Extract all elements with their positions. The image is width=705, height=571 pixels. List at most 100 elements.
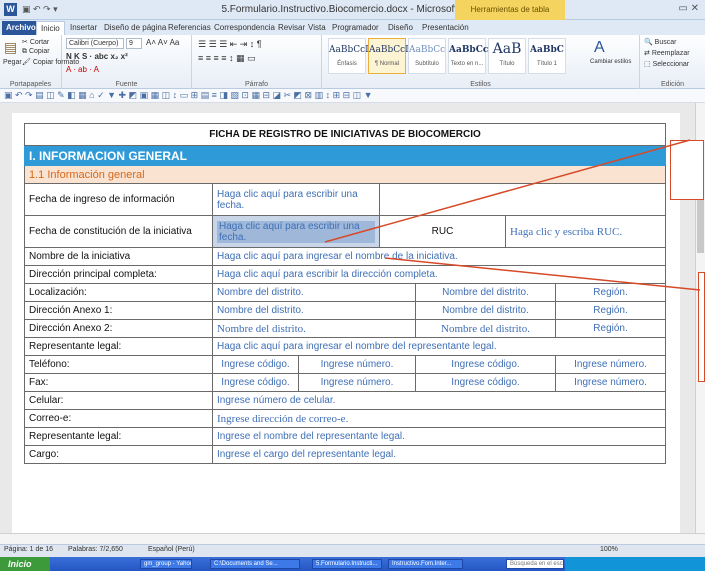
anexo1-distrito-1[interactable]: Nombre del distrito. xyxy=(212,301,416,320)
style-titulo[interactable]: AaB Título xyxy=(488,38,526,74)
selected-placeholder: Haga clic aquí para escribir una fecha. xyxy=(217,220,375,243)
label-localizacion: Localización: xyxy=(24,283,213,302)
label-telefono: Teléfono: xyxy=(24,355,213,374)
paste-button[interactable]: Pegar xyxy=(3,59,22,66)
tab-diseno[interactable]: Diseño xyxy=(384,21,417,35)
telefono-numero-2[interactable]: Ingrese número. xyxy=(554,355,667,374)
change-styles-button[interactable]: Cambiar estilos xyxy=(590,59,631,65)
fax-codigo-2[interactable]: Ingrese código. xyxy=(415,373,556,392)
font-color-buttons[interactable]: A · ab · A xyxy=(66,65,99,74)
representante-legal-field[interactable]: Haga clic aquí para ingresar el nombre d… xyxy=(211,337,667,356)
style-enfasis[interactable]: AaBbCcI Énfasis xyxy=(328,38,369,74)
change-styles-icon[interactable]: A xyxy=(594,39,605,57)
style-sample: AaBbCcl xyxy=(449,45,492,55)
telefono-numero-1[interactable]: Ingrese número. xyxy=(298,355,416,374)
tab-presentacion[interactable]: Presentación xyxy=(418,21,473,35)
desktop-search-input[interactable]: Búsqueda en el escritorio xyxy=(506,559,564,569)
label-ruc: RUC xyxy=(379,215,506,248)
ruc-field[interactable]: Haga clic y escriba RUC. xyxy=(504,215,667,248)
align-buttons[interactable]: ≡ ≡ ≡ ≡ ↕ ▦ ▭ xyxy=(198,53,256,64)
label-nombre-iniciativa: Nombre de la iniciativa xyxy=(24,247,213,266)
localizacion-distrito-2[interactable]: Nombre del distrito. xyxy=(415,283,556,302)
form-title: FICHA DE REGISTRO DE INICIATIVAS DE BIOC… xyxy=(23,123,667,146)
localizacion-distrito-1[interactable]: Nombre del distrito. xyxy=(212,283,416,302)
registration-form-table: FICHA DE REGISTRO DE INICIATIVAS DE BIOC… xyxy=(23,123,667,464)
group-portapapeles: ▤ Pegar ✂ Cortar ⧉ Copiar 🖌 Copiar forma… xyxy=(0,35,79,89)
anexo2-region[interactable]: Región. xyxy=(554,319,667,338)
taskbar: Inicio gm_group - Yahoo!... C:\Documents… xyxy=(0,557,705,571)
subsection-heading: 1.1 Información general xyxy=(23,165,667,184)
font-name-select[interactable]: Calibri (Cuerpo) xyxy=(66,38,124,49)
tab-insertar[interactable]: Insertar xyxy=(66,21,101,35)
taskbar-item-yahoo[interactable]: gm_group - Yahoo!... xyxy=(140,559,192,569)
group-label-fuente: Fuente xyxy=(115,81,138,88)
representante-legal-2-field[interactable]: Ingrese el nombre del representante lega… xyxy=(211,427,667,446)
list-buttons[interactable]: ☰ ☰ ☰ ⇤ ⇥ ↕ ¶ xyxy=(198,39,262,50)
tab-archivo[interactable]: Archivo xyxy=(2,21,40,35)
anexo2-distrito-2[interactable]: Nombre del distrito. xyxy=(415,319,556,338)
horizontal-scrollbar[interactable] xyxy=(0,533,705,544)
page-count[interactable]: Página: 1 de 16 xyxy=(4,546,53,553)
tab-vista[interactable]: Vista xyxy=(304,21,330,35)
tab-diseno-pagina[interactable]: Diseño de página xyxy=(100,21,170,35)
cut-button[interactable]: ✂ Cortar xyxy=(22,38,49,46)
style-name: ¶ Normal xyxy=(374,61,400,67)
telefono-codigo-1[interactable]: Ingrese código. xyxy=(212,355,299,374)
taskbar-item-formulario[interactable]: 5.Formulario.Instructi... xyxy=(312,559,382,569)
tab-correspondencia[interactable]: Correspondencia xyxy=(210,21,279,35)
style-name: Subtítulo xyxy=(415,61,439,67)
section-heading: I. INFORMACION GENERAL xyxy=(23,145,667,166)
telefono-codigo-2[interactable]: Ingrese código. xyxy=(415,355,556,374)
cargo-field[interactable]: Ingrese el cargo del representante legal… xyxy=(211,445,667,464)
context-tab-table-tools[interactable]: Herramientas de tabla xyxy=(455,0,565,20)
nombre-iniciativa-field[interactable]: Haga clic aquí para ingresar el nombre d… xyxy=(211,247,667,266)
bold-italic-underline-buttons[interactable]: N K S · abc x₂ x² xyxy=(66,52,128,61)
window-controls[interactable]: ▭ ✕ xyxy=(678,3,699,14)
label-representante-legal: Representante legal: xyxy=(24,337,213,356)
anexo1-region[interactable]: Región. xyxy=(554,301,667,320)
localizacion-region[interactable]: Región. xyxy=(554,283,667,302)
group-label-portapapeles: Portapapeles xyxy=(9,81,52,88)
select-button[interactable]: ⬚ Seleccionar xyxy=(644,60,689,68)
style-subtitulo[interactable]: AaBbCc Subtítulo xyxy=(408,38,446,74)
replace-button[interactable]: ⇄ Reemplazar xyxy=(644,49,690,57)
find-label: Buscar xyxy=(654,39,677,46)
celular-field[interactable]: Ingrese número de celular. xyxy=(211,391,667,410)
taskbar-item-instructivo[interactable]: Instructivo.Fom.Inter... xyxy=(388,559,463,569)
zoom-level[interactable]: 100% xyxy=(600,546,618,553)
style-sample: AaBbC xyxy=(530,45,564,55)
anexo2-distrito-1[interactable]: Nombre del distrito. xyxy=(212,319,416,338)
toolbar-icons-row[interactable]: ▣ ↶ ↷ ▤ ◫ ✎ ◧ ▦ ⌂ ✓ ▼ ✚ ◩ ▣ ▦ ◫ ↕ ▭ ⊞ ▤ … xyxy=(4,90,373,101)
ribbon: ▤ Pegar ✂ Cortar ⧉ Copiar 🖌 Copiar forma… xyxy=(0,35,705,89)
group-label-estilos: Estilos xyxy=(470,81,491,88)
start-button[interactable]: Inicio xyxy=(0,557,50,571)
fax-numero-2[interactable]: Ingrese número. xyxy=(554,373,667,392)
find-button[interactable]: 🔍 Buscar xyxy=(644,38,676,46)
tab-inicio[interactable]: Inicio xyxy=(36,21,65,35)
tab-programador[interactable]: Programador xyxy=(328,21,383,35)
correo-field[interactable]: Ingrese dirección de correo-e. xyxy=(211,409,667,428)
anexo1-distrito-2[interactable]: Nombre del distrito. xyxy=(415,301,556,320)
document-area: FICHA DE REGISTRO DE INICIATIVAS DE BIOC… xyxy=(0,103,695,533)
style-texto-en-negrita[interactable]: AaBbCcl Texto en n... xyxy=(448,38,492,74)
font-size-select[interactable]: 9 xyxy=(126,38,142,49)
style-sample: AaB xyxy=(492,41,522,57)
style-titulo-1[interactable]: AaBbC Título 1 xyxy=(528,38,566,74)
group-edicion: 🔍 Buscar ⇄ Reemplazar ⬚ Seleccionar Edic… xyxy=(640,35,705,89)
cut-label: Cortar xyxy=(29,39,50,46)
group-estilos: AaBbCcI Énfasis AaBbCcI ¶ Normal AaBbCc Sub… xyxy=(322,35,640,89)
grow-shrink-font-buttons[interactable]: A˄ A˅ Aa xyxy=(146,38,179,47)
callout-box-middle xyxy=(698,272,705,382)
taskbar-item-documents[interactable]: C:\Documents and Se... xyxy=(210,559,300,569)
style-normal[interactable]: AaBbCcI ¶ Normal xyxy=(368,38,409,74)
language[interactable]: Español (Perú) xyxy=(148,546,195,553)
paste-icon[interactable]: ▤ xyxy=(4,39,17,56)
copy-button[interactable]: ⧉ Copiar xyxy=(22,48,50,56)
word-count[interactable]: Palabras: 7/2,650 xyxy=(68,546,123,553)
tab-referencias[interactable]: Referencias xyxy=(164,21,215,35)
date-field-constitucion[interactable]: Haga clic aquí para escribir una fecha. xyxy=(212,215,380,248)
direccion-principal-field[interactable]: Haga clic aquí para escribir la direcció… xyxy=(211,265,667,284)
fax-codigo-1[interactable]: Ingrese código. xyxy=(212,373,299,392)
date-field-ingreso[interactable]: Haga clic aquí para escribir una fecha. xyxy=(212,183,380,216)
fax-numero-1[interactable]: Ingrese número. xyxy=(298,373,416,392)
